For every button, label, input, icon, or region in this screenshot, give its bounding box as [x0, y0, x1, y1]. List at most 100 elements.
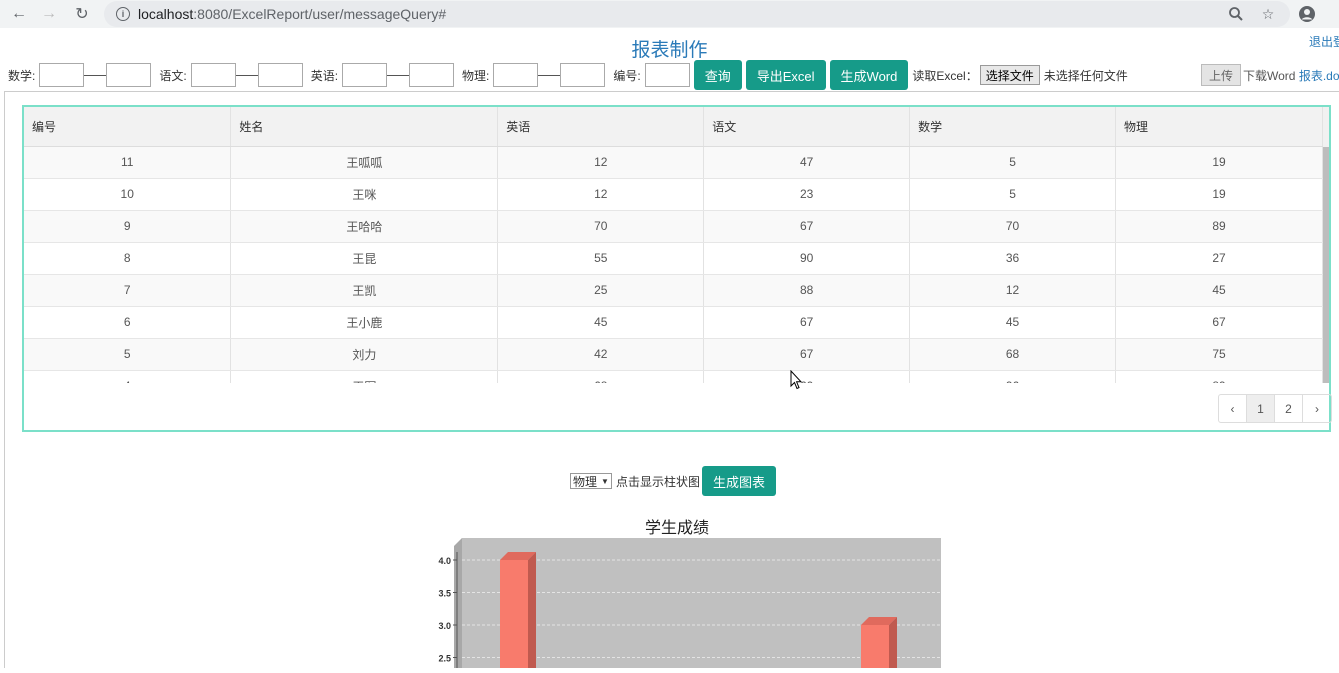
english-label: 英语: [310, 68, 339, 83]
table-cell: 5 [24, 338, 232, 371]
table-row[interactable]: 8 王昆 55 90 36 27 [24, 242, 1323, 275]
download-word-label: 下载Word [1243, 69, 1296, 83]
math-min-input[interactable] [39, 63, 85, 87]
page-1-button[interactable]: 1 [1247, 395, 1275, 422]
plot-side-wall [454, 538, 462, 668]
chinese-min-input[interactable] [190, 63, 236, 87]
physics-label: 物理: [462, 68, 490, 83]
table-cell: 68 [497, 370, 705, 383]
table-cell: 7 [24, 274, 232, 307]
table-cell: 55 [497, 242, 705, 275]
table-cell: 12 [909, 274, 1117, 307]
filter-bar: 数学: 语文: 英语: 物理: 编号: 查询 导出Excel 生成Word 读取… [8, 60, 1128, 90]
export-excel-button[interactable]: 导出Excel [745, 60, 826, 90]
back-icon[interactable]: ← [10, 5, 28, 23]
table-cell: 王昆 [230, 242, 499, 275]
table-cell: 12 [497, 178, 705, 211]
table-cell: 70 [909, 210, 1117, 243]
table-cell: 27 [1115, 242, 1323, 275]
physics-max-input[interactable] [560, 63, 606, 87]
forward-icon[interactable]: → [40, 5, 58, 23]
query-button[interactable]: 查询 [693, 60, 742, 90]
bar [861, 625, 889, 668]
table-cell: 10 [24, 178, 232, 211]
table-cell: 4 [24, 370, 232, 383]
physics-min-input[interactable] [493, 63, 539, 87]
pagination: ‹ 1 2 › [1218, 394, 1332, 423]
table-cell: 5 [909, 146, 1117, 179]
choose-file-button[interactable]: 选择文件 [979, 65, 1040, 85]
column-header[interactable]: 英语 [497, 107, 705, 147]
column-header[interactable]: 姓名 [230, 107, 499, 147]
table-row[interactable]: 11 王呱呱 12 47 5 19 [24, 146, 1323, 179]
info-icon[interactable]: i [116, 7, 130, 21]
vertical-scrollbar[interactable] [1323, 107, 1329, 383]
table-cell: 89 [1115, 370, 1323, 383]
y-tick-label: 3.0 [438, 621, 451, 631]
table-cell: 23 [703, 178, 911, 211]
table-cell: 88 [703, 274, 911, 307]
table-cell: 11 [24, 146, 232, 179]
bookmark-star-icon[interactable]: ☆ [1259, 5, 1277, 23]
column-header[interactable]: 编号 [24, 107, 232, 147]
column-header[interactable]: 数学 [909, 107, 1117, 147]
subject-select[interactable]: 物理 ▼ [570, 473, 612, 489]
table-row[interactable]: 6 王小鹿 45 67 45 67 [24, 306, 1323, 339]
id-input[interactable] [644, 63, 690, 87]
table-cell: 70 [497, 210, 705, 243]
address-bar[interactable]: i localhost:8080/ExcelReport/user/messag… [104, 1, 1290, 27]
page-title: 报表制作 [631, 40, 708, 61]
table-scroll-area[interactable]: 编号 姓名 英语 语文 数学 物理 11 王呱呱 12 47 5 19 10 王咪 12 23 5 1… [24, 107, 1329, 383]
read-excel-label: 读取Excel： [912, 68, 978, 83]
table-cell: 王凯 [230, 274, 499, 307]
table-cell: 42 [497, 338, 705, 371]
table-cell: 刘力 [230, 338, 499, 371]
data-table-panel: 编号 姓名 英语 语文 数学 物理 11 王呱呱 12 47 5 19 10 王咪 12 23 5 1… [22, 105, 1332, 432]
table-cell: 8 [24, 242, 232, 275]
download-word-link[interactable]: 报表.do [1299, 69, 1339, 83]
y-tick-label: 4.0 [438, 556, 451, 566]
reload-icon[interactable]: ↻ [73, 5, 91, 23]
table-cell: 19 [1115, 146, 1323, 179]
upload-button[interactable]: 上传 [1201, 64, 1242, 86]
table-cell: 45 [909, 306, 1117, 339]
range-dash [84, 74, 107, 76]
table-cell: 45 [497, 306, 705, 339]
zoom-icon[interactable] [1227, 5, 1245, 23]
column-header[interactable]: 语文 [703, 107, 911, 147]
account-icon[interactable] [1298, 5, 1316, 23]
range-dash [538, 74, 561, 76]
chart-title: 学生成绩 [644, 520, 709, 537]
table-row[interactable]: 9 王哈哈 70 67 70 89 [24, 210, 1323, 243]
table-cell: 王哈哈 [230, 210, 499, 243]
table-header-row: 编号 姓名 英语 语文 数学 物理 [24, 107, 1323, 147]
prev-page-button[interactable]: ‹ [1219, 395, 1247, 422]
english-min-input[interactable] [342, 63, 388, 87]
table-cell: 5 [909, 178, 1117, 211]
column-header[interactable]: 物理 [1115, 107, 1323, 147]
english-max-input[interactable] [409, 63, 455, 87]
generate-chart-button[interactable]: 生成图表 [701, 466, 776, 496]
table-row[interactable]: 10 王咪 12 23 5 19 [24, 178, 1323, 211]
table-row[interactable]: 4王军68609689 [24, 370, 1323, 383]
bar-chart-svg: 4.0 3.5 3.0 2.5 [438, 538, 941, 668]
table-row[interactable]: 5 刘力 42 67 68 75 [24, 338, 1323, 371]
next-page-button[interactable]: › [1303, 395, 1331, 422]
math-max-input[interactable] [106, 63, 152, 87]
table-row[interactable]: 7 王凯 25 88 12 45 [24, 274, 1323, 307]
scrollbar-thumb[interactable] [1323, 147, 1329, 383]
chinese-max-input[interactable] [257, 63, 303, 87]
chinese-label: 语文: [159, 68, 187, 83]
table-cell: 12 [497, 146, 705, 179]
page-2-button[interactable]: 2 [1275, 395, 1303, 422]
logout-link[interactable]: 退出登 [1309, 33, 1339, 50]
url-host: localhost [138, 6, 194, 22]
math-label: 数学: [8, 68, 36, 83]
table-cell: 47 [703, 146, 911, 179]
table-cell: 45 [1115, 274, 1323, 307]
y-tick-label: 2.5 [438, 654, 451, 664]
generate-word-button[interactable]: 生成Word [829, 60, 909, 90]
bar-chart: 4.0 3.5 3.0 2.5 [420, 538, 950, 668]
table-cell: 89 [1115, 210, 1323, 243]
table-cell: 王呱呱 [230, 146, 499, 179]
